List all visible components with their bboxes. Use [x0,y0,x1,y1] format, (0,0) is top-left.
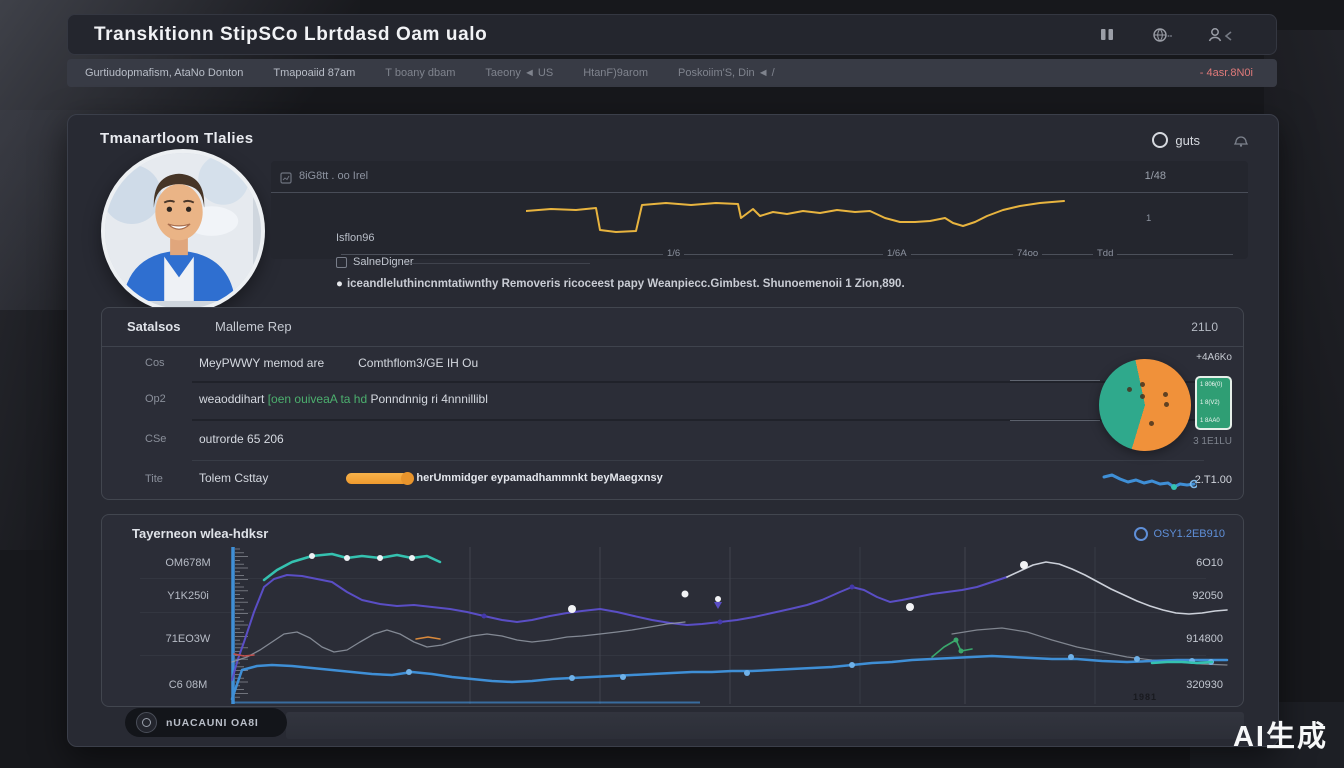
overview-note: ● iceandleluthincnmtatiwnthy Removeris ri… [336,278,905,290]
divider [271,192,1248,193]
row-divider [192,460,1204,461]
legend-row: 1 8AA0 [1200,418,1227,424]
row-label-0: Cos [145,357,165,369]
timeline-panel: Tayerneon wlea-hdksr OSY1.2EB910 OM678M … [101,514,1244,707]
record-icon [136,712,157,733]
status-pill-label: nUACAUNI OA8I [166,717,259,729]
timeline-line-chart [230,547,1234,704]
apps-icon[interactable] [1099,27,1116,42]
table-title: Satalsos [127,319,180,334]
x-tick: Tdd [1093,248,1117,259]
row-green-text-1: [oen ouiveaA ta hd [268,392,367,406]
table-row[interactable]: outrorde 65 206 [199,432,284,446]
timeline-title: Tayerneon wlea-hdksr [132,526,268,541]
series-label-1[interactable]: Y1K250i [140,590,236,602]
row-text-1: weaoddihart [199,392,268,406]
series-label-3[interactable]: C6 08M [140,679,236,691]
globe-icon[interactable] [1152,27,1172,43]
overview-sub-label-1: Isflon96 [336,232,375,244]
pie-legend-box: 1 806(0) 1 8(V2) 1 8AA0 [1195,376,1232,430]
bottom-strip [286,712,1244,739]
table-subtitle[interactable]: Malleme Rep [215,319,292,334]
legend-row: 1 806(0) [1200,382,1227,388]
refresh-icon [1152,132,1168,148]
user-menu-icon[interactable] [1208,27,1234,43]
bullet-icon: ● [336,278,343,290]
nav-item-5[interactable]: Poskoiim'S, Din ◄ / [678,67,775,79]
chart-icon [280,171,292,189]
nav-bar: Gurtiudopmafism, AtaNo Donton Tmapoaiid … [67,59,1277,87]
avatar-illustration [105,153,253,301]
nav-item-0[interactable]: Gurtiudopmafism, AtaNo Donton [85,67,243,79]
pie-chart[interactable] [1099,359,1191,451]
pie-dot [1149,421,1154,426]
overview-sub-label-2: SalneDigner [336,256,414,268]
series-label-2[interactable]: 71EO3W [140,633,236,645]
row-text2-0: Comthflom3/GE IH Ou [358,356,478,370]
calendar-icon [336,257,347,268]
nav-item-2[interactable]: T boany dbam [385,67,455,79]
pie-dot [1163,392,1168,397]
refresh-button[interactable]: guts [1152,132,1200,148]
pie-legend-title: +4A6Ko [1196,352,1232,363]
header-actions [1099,27,1234,43]
pie-dot [1140,394,1145,399]
timeline-footnote: 1981 [1133,692,1157,702]
row-label-2: CSe [145,433,166,445]
overview-note-text: iceandleluthincnmtatiwnthy Removeris ric… [347,278,905,290]
avatar[interactable] [101,149,265,313]
overview-metric-value: 1/48 [1145,170,1166,182]
x-tick: 1/6A [883,248,911,259]
table-row[interactable]: weaoddihart [oen ouiveaA ta hd Ponndnnig… [199,392,488,406]
progress-pill [346,473,408,484]
status-pill[interactable]: nUACAUNI OA8I [125,708,287,737]
divider [102,346,1243,347]
x-tick: 1/6 [663,248,684,259]
row-text-0: MeyPWWY memod are [199,356,324,370]
pie-pointer-line [1010,380,1100,381]
header-bar: Transkitionn StipSCo Lbrtdasd Oam ualo [67,14,1277,55]
nav-item-1[interactable]: Tmapoaiid 87am [273,67,355,79]
row-right-value-3: 2.T1.00 [1195,474,1232,486]
row-text-2: outrorde 65 206 [199,432,284,446]
refresh-label: guts [1175,133,1200,148]
stats-table-panel: Satalsos Malleme Rep 21L0 Cos MeyPWWY me… [101,307,1244,500]
timeline-link[interactable]: OSY1.2EB910 [1134,527,1225,541]
row-divider [192,381,1204,383]
nav-alert-value: - 4asr.8N0i [1200,67,1253,79]
nav-item-4[interactable]: HtanF)9arom [583,67,648,79]
pie-dot [1140,382,1145,387]
series-label-0[interactable]: OM678M [140,557,236,569]
table-header-value: 21L0 [1191,320,1218,334]
row-label-3: Tite [145,473,163,485]
pie-dot [1127,387,1132,392]
sparkline-chart [1102,468,1197,496]
overview-sub-label-2-text: SalneDigner [353,256,414,268]
legend-row: 1 8(V2) [1200,400,1227,406]
overview-chart-panel: 8iG8tt . oo Irel 1/48 1/6 1/6A 74oo Tdd … [271,161,1248,259]
page-title: Transkitionn StipSCo Lbrtdasd Oam ualo [94,24,487,46]
pie-legend-footer: 3 1E1LU [1193,436,1232,447]
x-tick: 74oo [1013,248,1042,259]
table-row[interactable]: Tolem Csttay herUmmidger eypamadhammnkt … [199,471,663,485]
overview-metric-label: 8iG8tt . oo Irel [299,170,368,182]
table-row[interactable]: MeyPWWY memod are Comthflom3/GE IH Ou [199,356,478,370]
pie-dot [1164,402,1169,407]
row-text-3: Tolem Csttay [199,471,268,485]
trend-line-chart [526,196,1078,240]
ai-watermark: AI生成 [1233,713,1328,755]
row-pill-text-3: herUmmidger eypamadhammnkt beyMaegxnsy [416,472,662,484]
pie-pointer-line [1010,420,1100,421]
bell-icon[interactable] [1232,132,1250,152]
dashboard-page: Transkitionn StipSCo Lbrtdasd Oam ualo G… [0,0,1344,768]
card-title: Tmanartloom Tlalies [100,130,253,147]
right-tick: 1 [1146,213,1151,224]
timeline-link-label: OSY1.2EB910 [1153,528,1225,540]
row-text2-1: Ponndnnig ri 4nnnillibl [367,392,488,406]
nav-item-3[interactable]: Taeony ◄ US [485,67,553,79]
main-card: Tmanartloom Tlalies guts [67,114,1279,747]
row-label-1: Op2 [145,393,166,405]
refresh-icon [1134,527,1148,541]
divider [404,263,590,264]
